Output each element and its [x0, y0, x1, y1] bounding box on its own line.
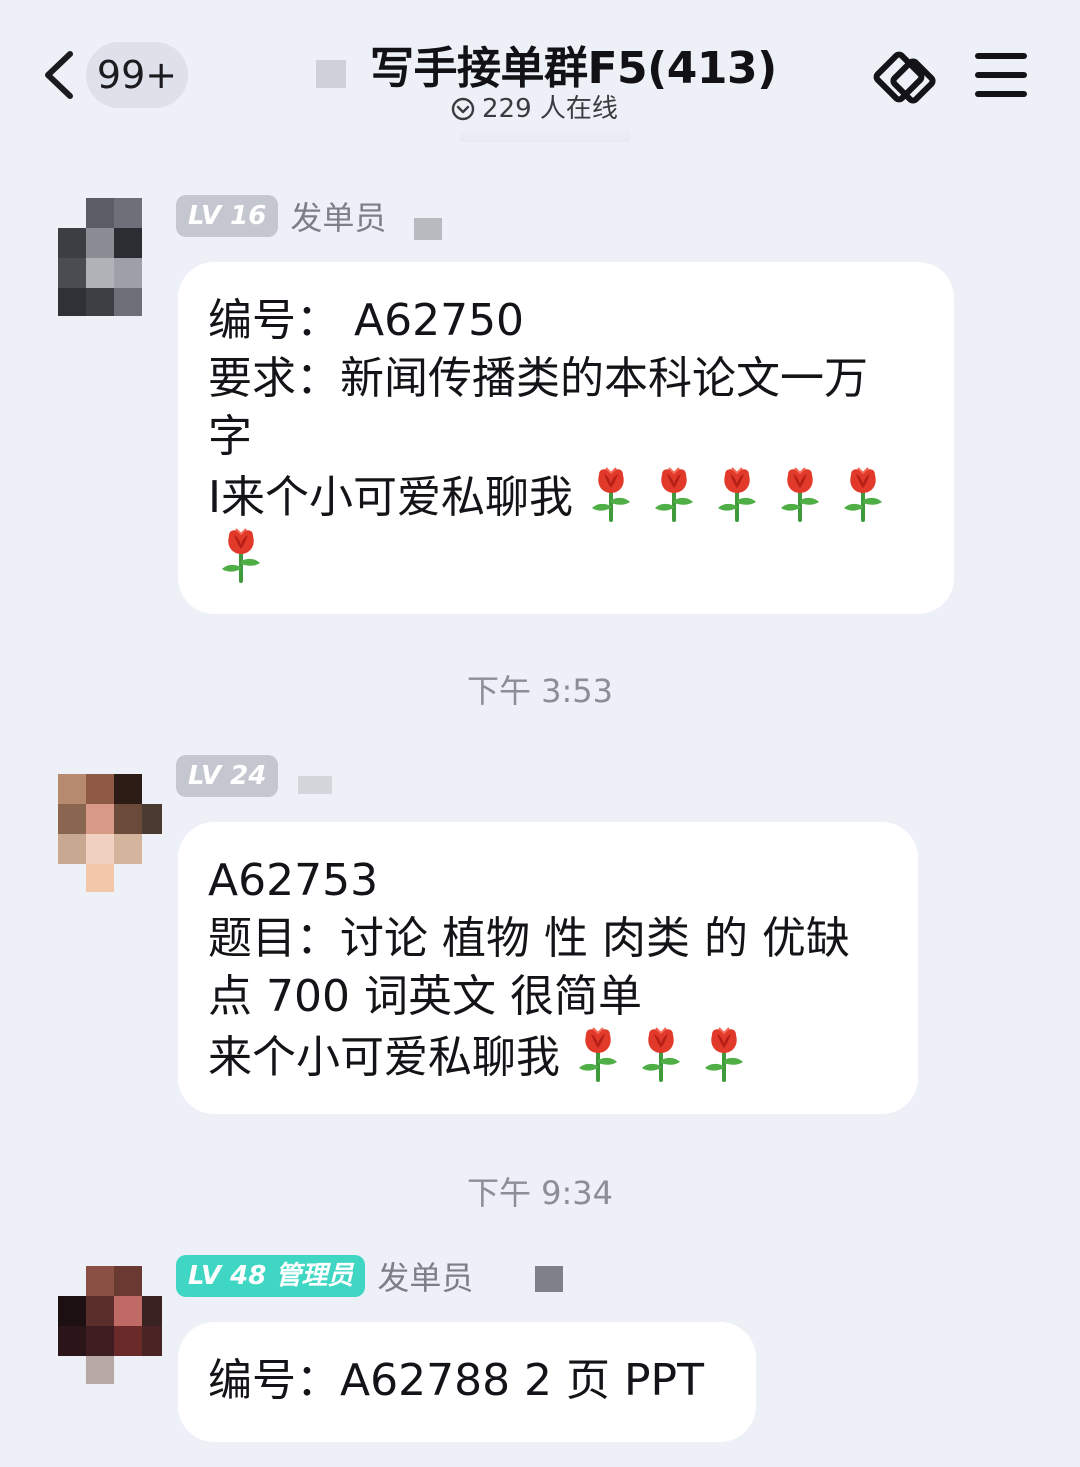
level-text: LV 48: [188, 1261, 267, 1291]
rose-emoji-icon: [591, 467, 630, 522]
sender-meta: LV 16 发单员: [176, 194, 443, 240]
back-button[interactable]: 99+: [40, 42, 190, 110]
message-line-roses: [208, 527, 924, 588]
rose-emoji-icon: [642, 1027, 680, 1082]
menu-icon[interactable]: [974, 50, 1028, 100]
online-count-text: 229 人在线: [482, 94, 618, 124]
header-scroll-shadow: [460, 128, 630, 142]
rose-emoji-icon: [843, 467, 882, 522]
message-line: 点 700 词英文 很简单: [208, 971, 642, 1022]
admin-level-badge: LV 48 管理员: [176, 1255, 366, 1297]
timestamp: 下午 9:34: [466, 1174, 614, 1212]
message-bubble[interactable]: 编号：A62788 2 页 PPT: [178, 1322, 756, 1442]
avatar[interactable]: [58, 774, 162, 892]
message-line: A62753: [208, 855, 379, 906]
level-badge: LV 24: [176, 755, 279, 797]
rose-emoji-icon: [717, 467, 756, 522]
sender-role: 发单员: [377, 1259, 474, 1297]
title-blur-mark: [316, 60, 346, 88]
sender-meta: LV 48 管理员 发单员: [176, 1254, 564, 1298]
message-line: 字: [208, 411, 252, 462]
message-line: I来个小可爱私聊我: [208, 472, 573, 523]
chat-header: 99+ 写手接单群F5(413) 229 人在线: [0, 0, 1080, 150]
group-title: 写手接单群F5(413): [370, 43, 777, 94]
message-line: 要求：新闻传播类的本科论文一万: [208, 353, 868, 404]
avatar[interactable]: [58, 1266, 162, 1384]
message-line: 来个小可爱私聊我: [208, 1032, 560, 1083]
message-line: 编号：A62788 2 页 PPT: [208, 1355, 704, 1406]
rose-group: [208, 528, 266, 584]
admin-label: 管理员: [275, 1261, 354, 1291]
avatar[interactable]: [58, 198, 162, 316]
online-status: 229 人在线: [450, 88, 618, 125]
sender-role: 发单员: [290, 199, 387, 237]
message-line: 编号： A62750: [208, 295, 525, 346]
timestamp: 下午 3:53: [466, 672, 614, 710]
rose-emoji-icon: [705, 1027, 743, 1082]
rose-emoji-icon: [579, 1027, 617, 1082]
sender-meta: LV 24: [176, 754, 333, 798]
message-bubble[interactable]: A62753 题目：讨论 植物 性 肉类 的 优缺 点 700 词英文 很简单 …: [178, 822, 918, 1114]
rose-emoji-icon: [780, 467, 819, 522]
message-line-with-roses: 来个小可爱私聊我: [208, 1026, 888, 1087]
message-line: 题目：讨论 植物 性 肉类 的 优缺: [208, 913, 850, 964]
chat-title-area[interactable]: 写手接单群F5(413) 229 人在线: [300, 30, 820, 130]
level-badge: LV 16: [176, 195, 279, 237]
rose-emoji-icon: [654, 467, 693, 522]
message-bubble[interactable]: 编号： A62750 要求：新闻传播类的本科论文一万 字 I来个小可爱私聊我: [178, 262, 954, 614]
rose-emoji-icon: [222, 528, 260, 583]
rose-group: [560, 1027, 749, 1083]
rose-group: [573, 467, 888, 523]
name-blur-mark: [535, 1266, 564, 1292]
online-status-icon: [451, 97, 475, 121]
name-blur-mark: [414, 218, 443, 240]
share-link-icon[interactable]: [872, 44, 938, 110]
unread-count-badge: 99+: [86, 42, 188, 108]
back-chevron-icon: [45, 51, 73, 99]
message-line-with-roses: I来个小可爱私聊我: [208, 466, 924, 527]
name-blur-mark: [298, 776, 333, 794]
